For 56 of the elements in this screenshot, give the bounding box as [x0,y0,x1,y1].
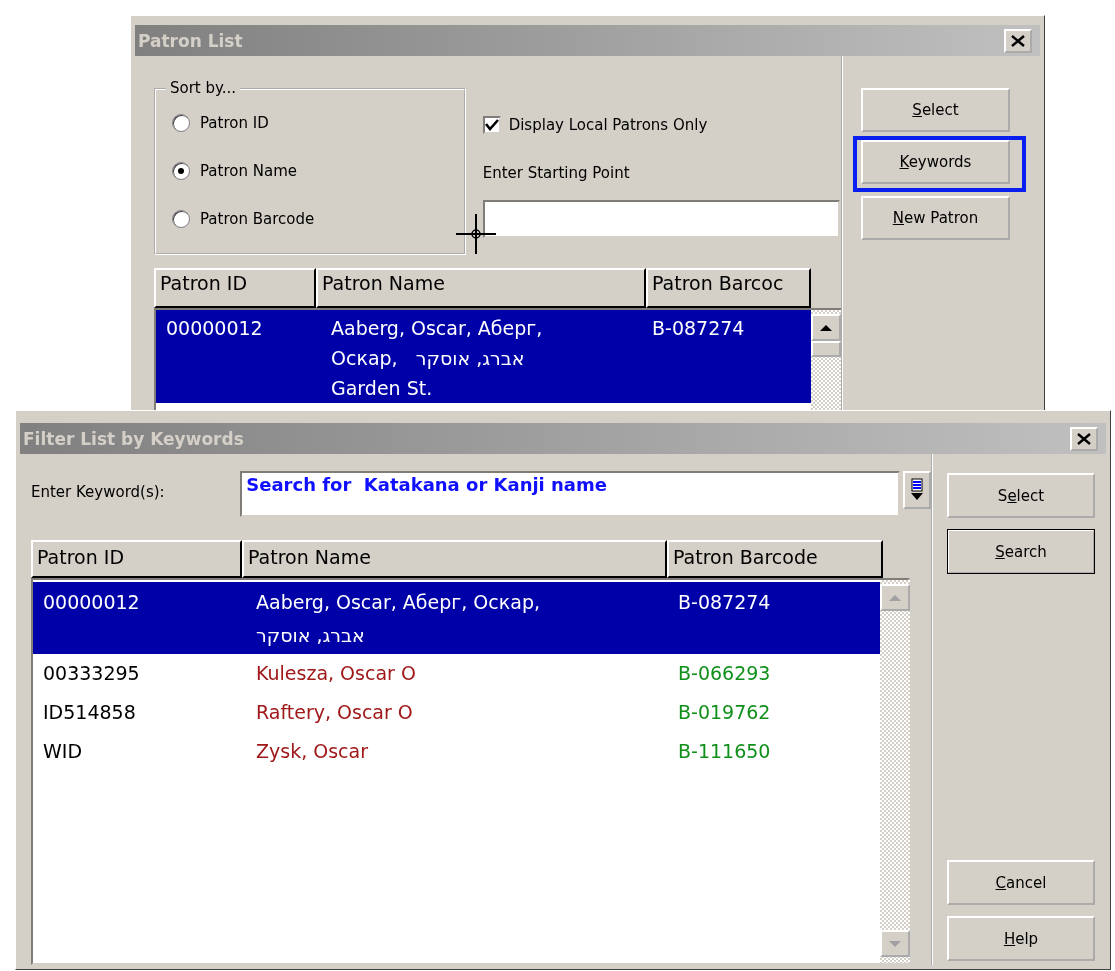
column-header[interactable]: Patron ID [154,268,316,308]
radio-label[interactable]: Patron Name [200,162,297,180]
column-header[interactable]: Patron ID [31,540,242,578]
checkbox[interactable] [482,116,501,134]
dialog-button[interactable]: Cancel [947,860,1095,905]
dialog-button[interactable]: Select [861,88,1010,132]
group-label: Sort by... [166,79,241,97]
scroll-thumb[interactable] [811,341,841,357]
up-arrow-icon [820,323,832,332]
column-header[interactable]: Patron Name [242,540,667,578]
dialog-button[interactable]: Help [947,916,1095,961]
radio-label[interactable]: Patron Barcode [200,210,315,228]
close-button[interactable] [1004,28,1032,53]
window-title: Filter List by Keywords [23,428,244,449]
dropdown-button[interactable] [903,471,931,509]
table-cell-text: 00333295 [42,661,141,686]
table-row[interactable]: ID514858 Raftery, Oscar O B-019762 [33,693,880,732]
input-field[interactable]: Search for Katakana or Kanji name [240,471,901,517]
table-cell-text: 00000012 [42,590,141,615]
dialog-button[interactable]: New Patron [861,196,1010,240]
table-cell-text: 00000012 [165,316,264,341]
table-cell-text: B-087274 [651,316,746,341]
radio-label[interactable]: Patron ID [200,114,269,132]
table-cell-text: B-111650 [677,739,772,764]
table-cell-text: ID514858 [42,700,137,725]
column-header[interactable]: Patron Name [316,268,646,308]
radio-button[interactable] [172,162,190,180]
table-cell-text: Raftery, Oscar O [255,700,414,725]
dialog-button[interactable]: Keywords [861,140,1010,184]
checkbox-label[interactable]: Display Local Patrons Only [508,116,708,134]
radio-button[interactable] [172,210,190,228]
table-cell-text: B-087274 [677,590,772,615]
close-icon [1077,432,1091,445]
dialog-button[interactable]: Select [947,473,1095,518]
table-cell-text: B-019762 [677,700,772,725]
table-cell-text: Zysk, Oscar [255,739,369,764]
table-cell-text: WID [42,739,84,764]
up-arrow-icon [889,593,901,602]
crosshair-cursor-icon [456,214,496,254]
list-icon [910,478,925,502]
column-header[interactable]: Patron Barcoc [646,268,811,308]
field-label: Enter Starting Point [482,164,631,182]
table-row[interactable]: 00333295 Kulesza, Oscar O B-066293 [33,654,880,693]
column-header[interactable]: Patron Barcode [667,540,883,578]
table-cell-text: Kulesza, Oscar O [255,661,417,686]
field-label: Enter Keyword(s): [31,483,166,501]
dialog-button[interactable]: Search [947,529,1095,574]
window-title: Patron List [138,30,243,51]
close-icon [1011,34,1025,47]
down-arrow-icon [889,939,901,948]
table-cell-text: B-066293 [677,661,772,686]
scroll-up-button[interactable] [811,314,841,341]
radio-button[interactable] [172,114,190,132]
close-button[interactable] [1070,426,1098,451]
input-field[interactable] [482,200,840,238]
table-row[interactable]: WID Zysk, Oscar B-111650 [33,732,880,771]
